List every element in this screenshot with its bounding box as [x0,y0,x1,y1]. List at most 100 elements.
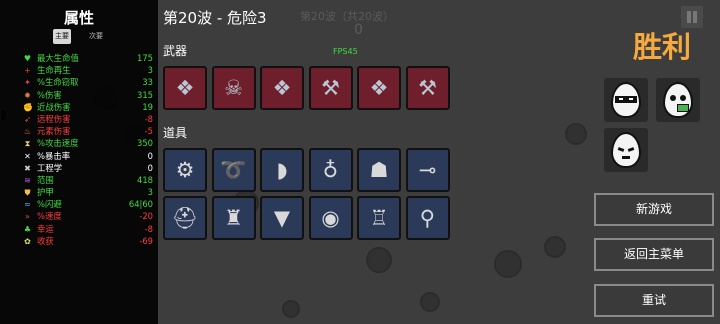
crystal-knuckle-icon: ❖ [272,76,292,100]
ranged-icon: ➶ [24,114,31,124]
stat-label: %暴击率 [37,150,71,161]
stat-label: 范围 [37,174,54,185]
stats-panel: 属性 主要 次要 ♥ 最大生命值 175 + 生命再生 3 ✦ %生命窃取 33 ✹ %伤害 315 ✊… [0,0,158,324]
character-chef-slot[interactable] [656,78,700,122]
stat-label: %速度 [37,211,62,222]
stat-row[interactable]: ✿ 收获 -69 [18,235,156,247]
tab-primary-stats[interactable]: 主要 [53,29,71,44]
wave-danger-title: 第20波 - 危险3 [163,9,267,27]
stat-label: 最大生命值 [37,53,79,63]
wrench-arm-icon: ⚲ [419,206,436,230]
background-enemy [565,123,587,145]
item-slot[interactable]: ⚲ [405,196,450,240]
stat-row[interactable]: ➶ 远程伤害 -8 [18,113,156,125]
dodge-icon: ≈ [24,200,31,210]
weapon-slot[interactable]: ⚒ [405,66,450,110]
chef-character-icon [663,82,693,118]
item-slot[interactable]: ⚙ [163,148,207,192]
stat-row[interactable]: ✕ %暴击率 0 [18,150,156,162]
stat-row[interactable]: ♣ 幸运 -8 [18,223,156,235]
weapon-slot[interactable]: ❖ [357,66,401,110]
stat-label: 近战伤害 [37,101,71,112]
stat-value: 175 [137,53,153,63]
stat-row[interactable]: ♨ 元素伤害 -5 [18,125,156,137]
stat-value: -8 [144,223,153,234]
main-menu-button[interactable]: 返回主菜单 [594,238,714,271]
item-slot[interactable]: ♜ [211,196,256,240]
stat-label: 工程学 [37,162,63,173]
stat-value: 0 [147,150,153,161]
item-slot[interactable]: ♁ [308,148,353,192]
weapon-slot[interactable]: ⚒ [308,66,353,110]
stat-row[interactable]: ≋ 范围 418 [18,174,156,186]
item-slot[interactable]: ⛑ [163,196,207,240]
stat-list: ♥ 最大生命值 175 + 生命再生 3 ✦ %生命窃取 33 ✹ %伤害 315 ✊ 近战伤害 19 ➶ 远程… [18,52,156,247]
ninja-character-icon [611,82,641,118]
crystal-knuckle-icon: ❖ [369,76,389,100]
luck-icon: ♣ [23,224,32,234]
item-slot[interactable]: ◉ [308,196,353,240]
heart-icon: ♥ [23,54,32,63]
stat-row[interactable]: ✊ 近战伤害 19 [18,101,156,113]
background-enemy [494,250,522,278]
game-screen: 第20波（共20波） 0 FPS45 属性 主要 次要 ♥ 最大生命值 175 + 生命… [0,0,720,324]
turret-icon: ♖ [369,206,389,230]
range-icon: ≋ [24,175,31,185]
items-label: 道具 [163,126,188,140]
item-slot[interactable]: ◗ [260,148,304,192]
gun-parts-icon: ⚙ [175,158,195,182]
character-ninja-slot[interactable] [604,78,648,122]
stat-row[interactable]: » %速度 -20 [18,210,156,222]
stat-row[interactable]: ✖ 工程学 0 [18,162,156,174]
retry-button[interactable]: 重试 [594,284,714,317]
weapon-slot[interactable]: ❖ [260,66,304,110]
stat-row[interactable]: ⛊ 护甲 3 [18,186,156,198]
stat-row[interactable]: + 生命再生 3 [18,64,156,76]
stat-row[interactable]: ♥ 最大生命值 175 [18,52,156,64]
item-slot[interactable]: ▼ [260,196,304,240]
wave-timer: 0 [354,22,363,38]
new-game-button[interactable]: 新游戏 [594,193,714,226]
stat-value: 315 [137,89,153,100]
stat-value: 33 [142,77,153,88]
stat-label: 生命再生 [37,65,71,76]
vampire-icon: ✦ [24,78,31,88]
hourglass-icon: ⧗ [24,139,31,149]
helmet-icon: ⛑ [171,205,199,230]
robot-icon: ♜ [224,206,243,230]
tab-secondary-stats[interactable]: 次要 [86,29,106,44]
engineering-icon: ✖ [24,163,31,173]
ghost-icon: ☗ [369,158,389,182]
stat-label: %闪避 [37,199,62,210]
weapon-slot[interactable]: ☠ [211,66,256,110]
stat-row[interactable]: ✹ %伤害 315 [18,89,156,101]
stat-value: -5 [144,126,153,137]
stat-label: 收获 [37,235,54,246]
stat-value: 350 [137,138,153,149]
item-slot[interactable]: ⊸ [405,148,450,192]
crystal-knuckle-icon: ❖ [175,76,195,100]
stat-value: 3 [147,65,153,76]
axe-icon: ⚒ [321,76,340,100]
stat-value: -20 [139,211,153,222]
character-angry-slot[interactable] [604,128,648,172]
stat-row[interactable]: ≈ %闪避 64|60 [18,198,156,210]
weapons-label: 武器 [163,44,188,58]
axe-icon: ⚒ [418,76,437,100]
stat-row[interactable]: ⧗ %攻击速度 350 [18,137,156,149]
stat-value: 418 [137,174,153,185]
stat-label: %攻击速度 [37,138,79,149]
item-slot[interactable]: ♖ [357,196,401,240]
horn-icon: ◗ [276,158,288,182]
crit-icon: ✕ [24,151,31,161]
stat-row[interactable]: ✦ %生命窃取 33 [18,76,156,88]
stat-value: 64|60 [128,199,153,210]
stat-value: 19 [142,101,153,112]
item-slot[interactable]: ☗ [357,148,401,192]
worm-icon: ➰ [220,157,247,182]
stat-value: -69 [139,235,153,246]
item-slot[interactable]: ➰ [211,148,256,192]
weapon-slot[interactable]: ❖ [163,66,207,110]
victory-title: 胜利 [632,30,691,64]
fps-counter: FPS45 [333,47,358,56]
